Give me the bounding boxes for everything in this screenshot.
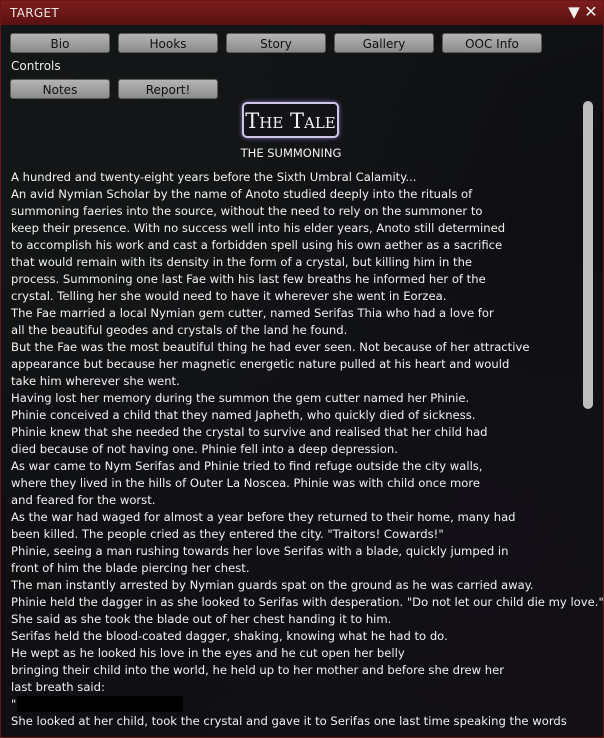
story-line: An avid Nymian Scholar by the name of An… <box>11 187 473 201</box>
collapse-icon[interactable]: ▼ <box>566 4 582 20</box>
story-line: She said as she took the blade out of he… <box>11 612 392 626</box>
story-line: He wept as he looked his love in the eye… <box>11 646 405 660</box>
story-line: The Fae married a local Nymian gem cutte… <box>11 306 494 320</box>
story-line: died because of not having one. Phinie f… <box>11 442 398 456</box>
story-line: As war came to Nym Serifas and Phinie tr… <box>11 459 483 473</box>
close-icon[interactable]: ✕ <box>583 4 599 20</box>
notes-button[interactable]: Notes <box>10 79 110 99</box>
hooks-button[interactable]: Hooks <box>118 33 218 53</box>
story-line: Phinie knew that she needed the crystal … <box>11 425 488 439</box>
story-button[interactable]: Story <box>226 33 326 53</box>
bio-button[interactable]: Bio <box>10 33 110 53</box>
target-window: TARGET ▼ ✕ Bio Hooks Story Gallery OOC I… <box>0 0 604 738</box>
controls-label: Controls <box>11 59 61 73</box>
gallery-button[interactable]: Gallery <box>334 33 434 53</box>
story-line: appearance but because her magnetic ener… <box>11 357 510 371</box>
story-line: process. Summoning one last Fae with his… <box>11 272 486 286</box>
story-line: that would remain with its density in th… <box>11 255 473 269</box>
story-line: to accomplish his work and cast a forbid… <box>11 238 503 252</box>
story-line: But the Fae was the most beautiful thing… <box>11 340 530 354</box>
story-line: Phinie held the dagger in as she looked … <box>11 595 604 609</box>
story-line: keep their presence. With no success wel… <box>11 221 506 235</box>
story-heading: The Tale <box>242 102 339 138</box>
story-line: and feared for the worst. <box>11 493 156 507</box>
story-line: been killed. The people cried as they en… <box>11 527 444 541</box>
story-line: take him wherever she went. <box>11 374 180 388</box>
ooc-info-button[interactable]: OOC Info <box>442 33 542 53</box>
story-line: crystal. Telling her she would need to h… <box>11 289 447 303</box>
story-subtitle: THE SUMMONING <box>240 146 342 160</box>
story-line: Phinie conceived a child that they named… <box>11 408 476 422</box>
story-line: Phinie, seeing a man rushing towards her… <box>11 544 509 558</box>
report-button[interactable]: Report! <box>118 79 218 99</box>
story-line: all the beautiful geodes and crystals of… <box>11 323 348 337</box>
title-bar[interactable]: TARGET ▼ ✕ <box>1 1 603 25</box>
story-text: A hundred and twenty-eight years before … <box>11 169 604 730</box>
story-line: A hundred and twenty-eight years before … <box>11 170 417 184</box>
story-line: last breath said: <box>11 680 105 694</box>
window-title: TARGET <box>10 6 59 20</box>
story-line: She looked at her child, took the crysta… <box>11 714 567 728</box>
story-line: Serifas held the blood-coated dagger, sh… <box>11 629 448 643</box>
story-line: The man instantly arrested by Nymian gua… <box>11 578 534 592</box>
redacted-text-block <box>17 696 183 712</box>
story-line: front of him the blade piercing her ches… <box>11 561 250 575</box>
story-line: bringing their child into the world, he … <box>11 663 505 677</box>
story-line: summoning faeries into the source, witho… <box>11 204 483 218</box>
story-line: As the war had waged for almost a year b… <box>11 510 516 524</box>
story-line: Having lost her memory during the summon… <box>11 391 470 405</box>
scrollbar-thumb[interactable] <box>583 101 593 409</box>
story-line: where they lived in the hills of Outer L… <box>11 476 480 490</box>
